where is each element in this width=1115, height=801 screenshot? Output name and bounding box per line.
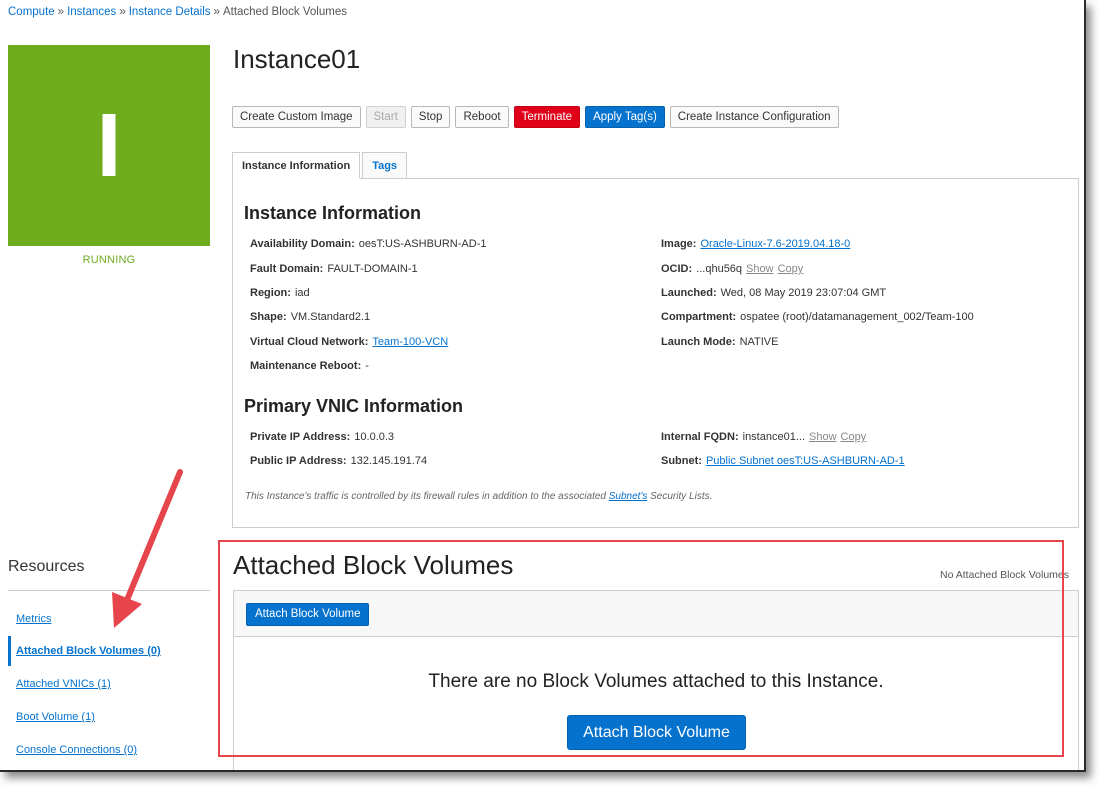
launch-mode-field: Launch Mode: NATIVE bbox=[661, 336, 778, 348]
field-value: ospatee (root)/datamanagement_002/Team-1… bbox=[740, 311, 974, 323]
breadcrumb-compute[interactable]: Compute bbox=[8, 6, 55, 18]
instance-avatar-letter: I bbox=[96, 95, 122, 196]
instance-actions-toolbar: Create Custom Image Start Stop Reboot Te… bbox=[232, 106, 839, 128]
field-value: iad bbox=[294, 287, 310, 299]
field-label: Private IP Address: bbox=[250, 431, 351, 443]
resources-item-boot-volume[interactable]: Boot Volume (1) bbox=[8, 705, 210, 729]
instance-information-panel: Instance Information Availability Domain… bbox=[232, 178, 1079, 528]
field-value: 132.145.191.74 bbox=[350, 455, 428, 467]
resources-item-console-connections[interactable]: Console Connections (0) bbox=[8, 738, 210, 762]
reboot-button[interactable]: Reboot bbox=[455, 106, 509, 128]
maintenance-reboot-field: Maintenance Reboot: - bbox=[250, 360, 369, 372]
primary-vnic-heading: Primary VNIC Information bbox=[244, 396, 464, 416]
field-value: Wed, 08 May 2019 23:07:04 GMT bbox=[720, 287, 887, 299]
field-label: OCID: bbox=[661, 263, 693, 275]
annotation-highlight-box bbox=[218, 540, 1064, 757]
console-window: Compute» Instances» Instance Details» Attac… bbox=[0, 0, 1086, 772]
field-label: Compartment: bbox=[661, 311, 737, 323]
subnet-field: Subnet: Public Subnet oesT:US-ASHBURN-AD-… bbox=[661, 455, 905, 467]
image-link[interactable]: Oracle-Linux-7.6-2019.04.18-0 bbox=[700, 238, 850, 250]
vcn-link[interactable]: Team-100-VCN bbox=[372, 336, 448, 348]
field-value: instance01... bbox=[742, 431, 805, 443]
field-label: Launch Mode: bbox=[661, 336, 736, 348]
instance-information-heading: Instance Information bbox=[244, 203, 422, 223]
public-ip-field: Public IP Address: 132.145.191.74 bbox=[250, 455, 427, 467]
image-field: Image: Oracle-Linux-7.6-2019.04.18-0 bbox=[661, 238, 850, 250]
field-label: Launched: bbox=[661, 287, 717, 299]
breadcrumb-separator: » bbox=[213, 6, 220, 18]
apply-tags-button[interactable]: Apply Tag(s) bbox=[585, 106, 665, 128]
firewall-note: This Instance's traffic is controlled by… bbox=[245, 491, 712, 502]
field-value: FAULT-DOMAIN-1 bbox=[327, 263, 418, 275]
resources-item-attached-block-volumes[interactable]: Attached Block Volumes (0) bbox=[8, 636, 210, 666]
field-value: 10.0.0.3 bbox=[354, 431, 395, 443]
fault-domain-field: Fault Domain: FAULT-DOMAIN-1 bbox=[250, 263, 418, 275]
field-value: VM.Standard2.1 bbox=[290, 311, 371, 323]
note-text-end: Security Lists. bbox=[650, 491, 713, 502]
breadcrumb-separator: » bbox=[119, 6, 126, 18]
field-label: Virtual Cloud Network: bbox=[250, 336, 369, 348]
field-value: NATIVE bbox=[739, 336, 779, 348]
create-instance-configuration-button[interactable]: Create Instance Configuration bbox=[669, 106, 839, 128]
resources-item-attached-vnics[interactable]: Attached VNICs (1) bbox=[8, 672, 210, 696]
start-button[interactable]: Start bbox=[365, 106, 406, 128]
ocid-copy-link[interactable]: Copy bbox=[778, 263, 804, 275]
field-value: - bbox=[365, 360, 369, 372]
ocid-field: OCID: ...qhu56q Show Copy bbox=[661, 263, 803, 275]
compartment-field: Compartment: ospatee (root)/datamanagemen… bbox=[661, 311, 974, 323]
stop-button[interactable]: Stop bbox=[410, 106, 451, 128]
subnet-link[interactable]: Public Subnet oesT:US-ASHBURN-AD-1 bbox=[706, 455, 905, 467]
field-value: ...qhu56q bbox=[696, 263, 743, 275]
field-label: Public IP Address: bbox=[250, 455, 347, 467]
breadcrumb: Compute» Instances» Instance Details» Attac… bbox=[8, 6, 347, 18]
breadcrumb-separator: » bbox=[57, 6, 65, 18]
field-label: Image: bbox=[661, 238, 697, 250]
instance-avatar-tile: I bbox=[8, 45, 210, 246]
annotation-arrow-icon bbox=[112, 469, 183, 628]
create-custom-image-button[interactable]: Create Custom Image bbox=[232, 106, 361, 128]
vcn-field: Virtual Cloud Network: Team-100-VCN bbox=[250, 336, 448, 348]
internal-fqdn-field: Internal FQDN: instance01... Show Copy bbox=[661, 431, 866, 443]
field-label: Subnet: bbox=[661, 455, 702, 467]
fqdn-copy-link[interactable]: Copy bbox=[841, 431, 867, 443]
page-title: Instance01 bbox=[233, 44, 361, 74]
field-value: oesT:US-ASHBURN-AD-1 bbox=[358, 238, 487, 250]
breadcrumb-instance-details[interactable]: Instance Details bbox=[129, 6, 211, 18]
instance-state-label: RUNNING bbox=[82, 254, 136, 266]
region-field: Region: iad bbox=[250, 287, 310, 299]
breadcrumb-instances[interactable]: Instances bbox=[67, 6, 116, 18]
fqdn-show-link[interactable]: Show bbox=[809, 431, 837, 443]
field-label: Fault Domain: bbox=[250, 263, 324, 275]
field-label: Shape: bbox=[250, 311, 287, 323]
field-label: Internal FQDN: bbox=[661, 431, 739, 443]
tab-tags[interactable]: Tags bbox=[362, 152, 408, 179]
availability-domain-field: Availability Domain: oesT:US-ASHBURN-AD-1 bbox=[250, 238, 486, 250]
field-label: Maintenance Reboot: bbox=[250, 360, 362, 372]
field-label: Availability Domain: bbox=[250, 238, 355, 250]
shape-field: Shape: VM.Standard2.1 bbox=[250, 311, 370, 323]
breadcrumb-current: Attached Block Volumes bbox=[222, 6, 347, 18]
private-ip-field: Private IP Address: 10.0.0.3 bbox=[250, 431, 394, 443]
subnet-security-link[interactable]: Subnet's bbox=[609, 491, 648, 502]
ocid-show-link[interactable]: Show bbox=[746, 263, 774, 275]
resources-heading: Resources bbox=[8, 558, 85, 575]
note-text: This Instance's traffic is controlled by… bbox=[245, 491, 606, 502]
details-tabs: Instance Information Tags bbox=[232, 152, 409, 179]
launched-field: Launched: Wed, 08 May 2019 23:07:04 GMT bbox=[661, 287, 886, 299]
tab-instance-information[interactable]: Instance Information bbox=[232, 152, 361, 179]
terminate-button[interactable]: Terminate bbox=[513, 106, 581, 128]
field-label: Region: bbox=[250, 287, 291, 299]
